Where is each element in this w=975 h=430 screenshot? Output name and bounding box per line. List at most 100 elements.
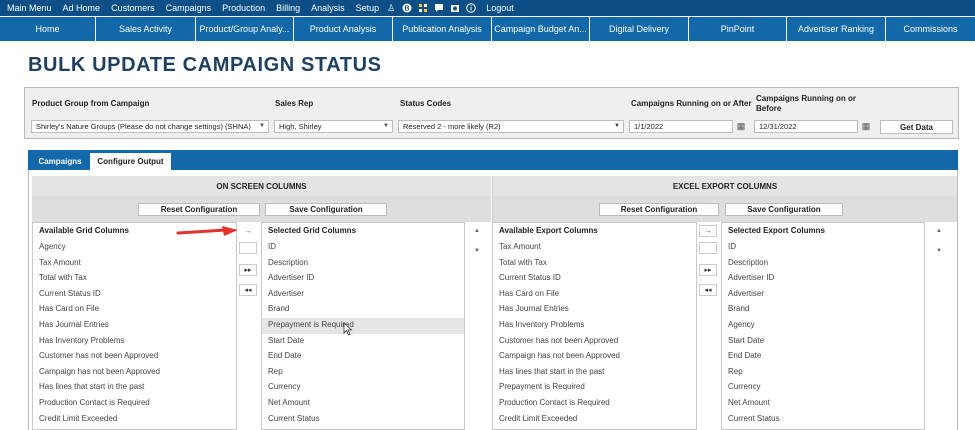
available-grid-columns-list[interactable]: Available Grid Columns Agency Tax Amount…: [32, 222, 237, 430]
list-item[interactable]: Credit Limit Exceeded: [33, 412, 236, 428]
nav-tab-pinpoint[interactable]: PinPoint: [689, 17, 787, 41]
list-item[interactable]: Total with Tax: [493, 256, 696, 272]
list-item[interactable]: Campaign has not been Approved: [493, 349, 696, 365]
list-item[interactable]: Rep: [722, 365, 924, 381]
move-up-button[interactable]: ▲: [470, 225, 484, 237]
list-item[interactable]: Net Amount: [262, 396, 464, 412]
list-item[interactable]: Has lines that start in the past: [33, 380, 236, 396]
move-left-button[interactable]: [239, 242, 257, 254]
excel-save-button[interactable]: Save Configuration: [725, 203, 843, 216]
list-item[interactable]: Agency: [33, 240, 236, 256]
chat-icon[interactable]: [431, 3, 447, 13]
list-item[interactable]: Has Journal Entries: [33, 318, 236, 334]
list-item[interactable]: Tax Amount: [33, 256, 236, 272]
list-item[interactable]: Rep: [262, 365, 464, 381]
list-item[interactable]: Advertiser ID: [722, 271, 924, 287]
nav-tab-commissions[interactable]: Commissions: [886, 17, 975, 41]
menu-main-menu[interactable]: Main Menu: [3, 3, 56, 13]
sales-rep-select[interactable]: High, Shirley ▼: [274, 120, 393, 133]
person-run-icon[interactable]: ♙: [383, 3, 399, 14]
excel-reset-button[interactable]: Reset Configuration: [599, 203, 719, 216]
on-screen-reset-button[interactable]: Reset Configuration: [138, 203, 260, 216]
move-up-button[interactable]: ▲: [932, 225, 946, 237]
move-left-button[interactable]: [699, 242, 717, 254]
selected-export-columns-list[interactable]: Selected Export Columns ID Description A…: [721, 222, 925, 430]
list-item[interactable]: Advertiser ID: [262, 271, 464, 287]
menu-setup[interactable]: Setup: [352, 3, 384, 13]
move-down-button[interactable]: ▼: [470, 245, 484, 257]
move-all-left-button[interactable]: ◂◂: [699, 284, 717, 296]
list-item[interactable]: ID: [262, 240, 464, 256]
list-item[interactable]: Brand: [722, 302, 924, 318]
list-item[interactable]: Currency: [262, 380, 464, 396]
list-item[interactable]: Brand: [262, 302, 464, 318]
move-all-right-button[interactable]: ▸▸: [239, 264, 257, 276]
list-item[interactable]: Total with Tax: [33, 271, 236, 287]
list-item[interactable]: Description: [722, 256, 924, 272]
list-item[interactable]: Has Card on File: [33, 302, 236, 318]
move-all-right-button[interactable]: ▸▸: [699, 264, 717, 276]
on-screen-save-button[interactable]: Save Configuration: [265, 203, 387, 216]
logout-link[interactable]: Logout: [482, 3, 518, 13]
list-item[interactable]: Advertiser: [262, 287, 464, 303]
list-item[interactable]: Prepayment is Required: [493, 380, 696, 396]
running-after-input[interactable]: 1/1/2022: [629, 120, 733, 133]
list-item[interactable]: Description: [262, 256, 464, 272]
list-item[interactable]: Has Journal Entries: [493, 302, 696, 318]
menu-campaigns[interactable]: Campaigns: [162, 3, 216, 13]
selected-grid-columns-list[interactable]: Selected Grid Columns ID Description Adv…: [261, 222, 465, 430]
list-item[interactable]: Agency: [722, 318, 924, 334]
nav-tab-product-group-analysis[interactable]: Product/Group Analy...: [196, 17, 294, 41]
tab-campaigns[interactable]: Campaigns: [32, 153, 88, 170]
list-item[interactable]: End Date: [722, 349, 924, 365]
tab-configure-output[interactable]: Configure Output: [90, 153, 171, 170]
available-export-columns-list[interactable]: Available Export Columns Tax Amount Tota…: [492, 222, 697, 430]
menu-production[interactable]: Production: [218, 3, 269, 13]
list-item[interactable]: Campaign has not been Approved: [33, 365, 236, 381]
list-item[interactable]: End Date: [262, 349, 464, 365]
list-item[interactable]: Customer has not been Approved: [33, 349, 236, 365]
list-item[interactable]: Production Contact is Required: [33, 396, 236, 412]
move-right-button[interactable]: →: [699, 225, 717, 237]
list-item[interactable]: Has Inventory Problems: [33, 334, 236, 350]
bitcoin-icon[interactable]: B: [399, 3, 415, 13]
list-item[interactable]: Currency: [722, 380, 924, 396]
list-item[interactable]: Customer has not been Approved: [493, 334, 696, 350]
nav-tab-product-analysis[interactable]: Product Analysis: [294, 17, 393, 41]
menu-customers[interactable]: Customers: [107, 3, 159, 13]
menu-billing[interactable]: Billing: [272, 3, 304, 13]
get-data-button[interactable]: Get Data: [880, 120, 953, 134]
list-item[interactable]: Advertiser: [722, 287, 924, 303]
camera-icon[interactable]: [447, 3, 463, 13]
nav-tab-campaign-budget-analysis[interactable]: Campaign Budget An...: [492, 17, 590, 41]
list-item[interactable]: Production Contact is Required: [493, 396, 696, 412]
list-item[interactable]: Start Date: [722, 334, 924, 350]
calendar-icon[interactable]: ▦: [735, 120, 747, 133]
list-item[interactable]: Current Status ID: [493, 271, 696, 287]
list-item[interactable]: ID: [722, 240, 924, 256]
list-item[interactable]: Has lines that start in the past: [493, 365, 696, 381]
move-all-left-button[interactable]: ◂◂: [239, 284, 257, 296]
running-before-input[interactable]: 12/31/2022: [754, 120, 858, 133]
list-item-highlighted[interactable]: Prepayment is Required: [262, 317, 464, 334]
calendar-icon[interactable]: ▦: [860, 120, 872, 133]
move-down-button[interactable]: ▼: [932, 245, 946, 257]
nav-tab-digital-delivery[interactable]: Digital Delivery: [590, 17, 689, 41]
list-item[interactable]: Current Status: [262, 412, 464, 428]
nav-tab-home[interactable]: Home: [0, 17, 96, 41]
menu-ad-home[interactable]: Ad Home: [59, 3, 105, 13]
status-codes-select[interactable]: Reserved 2 - more likely (R2) ▼: [398, 120, 624, 133]
nav-tab-advertiser-ranking[interactable]: Advertiser Ranking: [787, 17, 886, 41]
list-item[interactable]: Current Status: [722, 412, 924, 428]
list-item[interactable]: Tax Amount: [493, 240, 696, 256]
info-icon[interactable]: [463, 3, 479, 13]
grid-icon[interactable]: [415, 3, 431, 13]
menu-analysis[interactable]: Analysis: [307, 3, 349, 13]
list-item[interactable]: Net Amount: [722, 396, 924, 412]
list-item[interactable]: Start Date: [262, 334, 464, 350]
list-item[interactable]: Current Status ID: [33, 287, 236, 303]
product-group-select[interactable]: Shirley's Nature Groups (Please do not c…: [31, 120, 269, 133]
nav-tab-publication-analysis[interactable]: Publication Analysis: [393, 17, 492, 41]
list-item[interactable]: Credit Limit Exceeded: [493, 412, 696, 428]
nav-tab-sales-activity[interactable]: Sales Activity: [96, 17, 196, 41]
